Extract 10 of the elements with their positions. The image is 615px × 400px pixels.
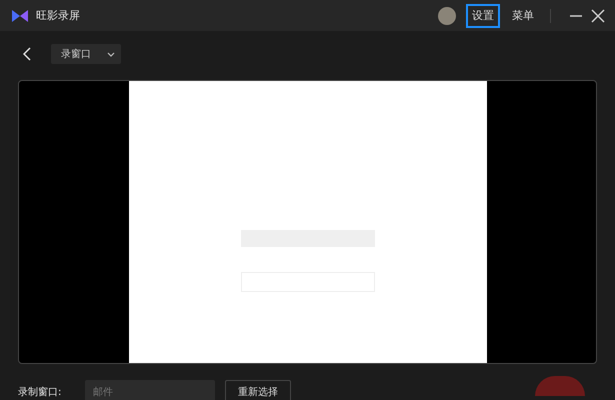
- logo-icon: [12, 10, 28, 22]
- avatar-icon[interactable]: [438, 6, 456, 24]
- header-button[interactable]: 设置: [466, 4, 500, 28]
- reselect-button[interactable]: 重新选择: [225, 380, 291, 400]
- close-icon[interactable]: [591, 8, 605, 22]
- record-window-label: 录制窗口:: [18, 386, 62, 399]
- caret-icon: [107, 52, 115, 56]
- app-title: 旺影录屏: [36, 8, 80, 23]
- header-button[interactable]: 菜单: [506, 4, 540, 28]
- mode-dropdown[interactable]: 录窗口: [51, 44, 121, 64]
